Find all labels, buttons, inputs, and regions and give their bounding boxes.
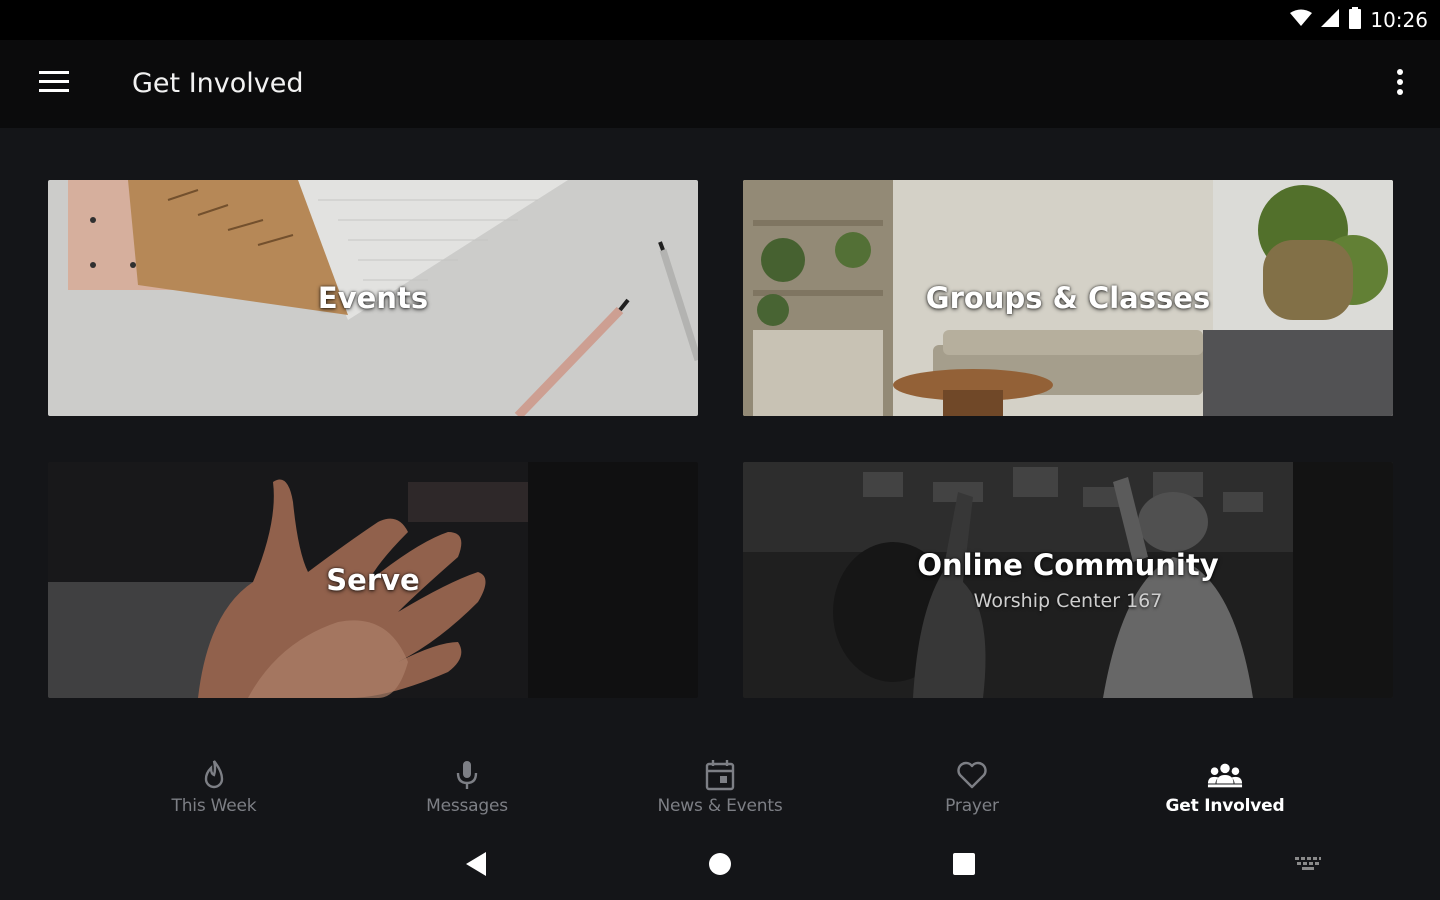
system-navigation-bar — [0, 830, 1440, 900]
heart-icon — [954, 758, 990, 792]
card-title: Events — [317, 281, 429, 315]
wifi-icon — [1290, 9, 1313, 32]
nav-label: This Week — [171, 796, 257, 816]
overflow-menu-button[interactable] — [1388, 66, 1412, 102]
nav-item-get-involved[interactable]: Get Involved — [1125, 758, 1325, 822]
online-community-card-text: Online Community Worship Center 167 — [743, 462, 1393, 698]
card-title: Groups & Classes — [925, 281, 1211, 315]
people-group-icon — [1207, 758, 1243, 792]
recents-icon — [952, 852, 976, 881]
flame-icon — [196, 758, 232, 792]
status-bar: 10:26 — [0, 0, 1440, 40]
status-time: 10:26 — [1370, 8, 1428, 32]
back-button[interactable] — [458, 848, 494, 884]
nav-label: Prayer — [945, 796, 999, 816]
nav-label: News & Events — [657, 796, 783, 816]
home-icon — [708, 852, 732, 881]
recents-button[interactable] — [946, 848, 982, 884]
microphone-icon — [449, 758, 485, 792]
status-icons: 10:26 — [1290, 6, 1428, 34]
nav-item-prayer[interactable]: Prayer — [872, 758, 1072, 822]
hamburger-menu-icon — [39, 70, 69, 98]
nav-item-this-week[interactable]: This Week — [114, 758, 314, 822]
online-community-card[interactable]: Online Community Worship Center 167 — [743, 462, 1393, 698]
bottom-navigation: This Week Messages News & Events Prayer … — [0, 740, 1440, 830]
serve-card-text: Serve — [48, 462, 698, 698]
nav-label: Messages — [426, 796, 508, 816]
hamburger-menu-button[interactable] — [30, 66, 78, 102]
battery-icon — [1348, 6, 1362, 34]
keyboard-button[interactable] — [1290, 848, 1326, 884]
more-vertical-icon — [1397, 68, 1403, 100]
nav-item-news-events[interactable]: News & Events — [620, 758, 820, 822]
nav-item-messages[interactable]: Messages — [367, 758, 567, 822]
card-subtitle: Worship Center 167 — [973, 590, 1163, 612]
groups-classes-card-text: Groups & Classes — [743, 180, 1393, 416]
signal-icon — [1320, 8, 1340, 32]
groups-classes-card[interactable]: Groups & Classes — [743, 180, 1393, 416]
card-title: Serve — [326, 563, 420, 597]
app-bar: Get Involved — [0, 40, 1440, 128]
serve-card[interactable]: Serve — [48, 462, 698, 698]
page-title: Get Involved — [132, 68, 304, 99]
back-icon — [464, 851, 488, 882]
nav-label: Get Involved — [1165, 796, 1285, 816]
events-card-text: Events — [48, 180, 698, 416]
calendar-icon — [702, 758, 738, 792]
events-card[interactable]: Events — [48, 180, 698, 416]
card-title: Online Community — [917, 548, 1219, 582]
keyboard-icon — [1294, 855, 1322, 878]
home-button[interactable] — [702, 848, 738, 884]
